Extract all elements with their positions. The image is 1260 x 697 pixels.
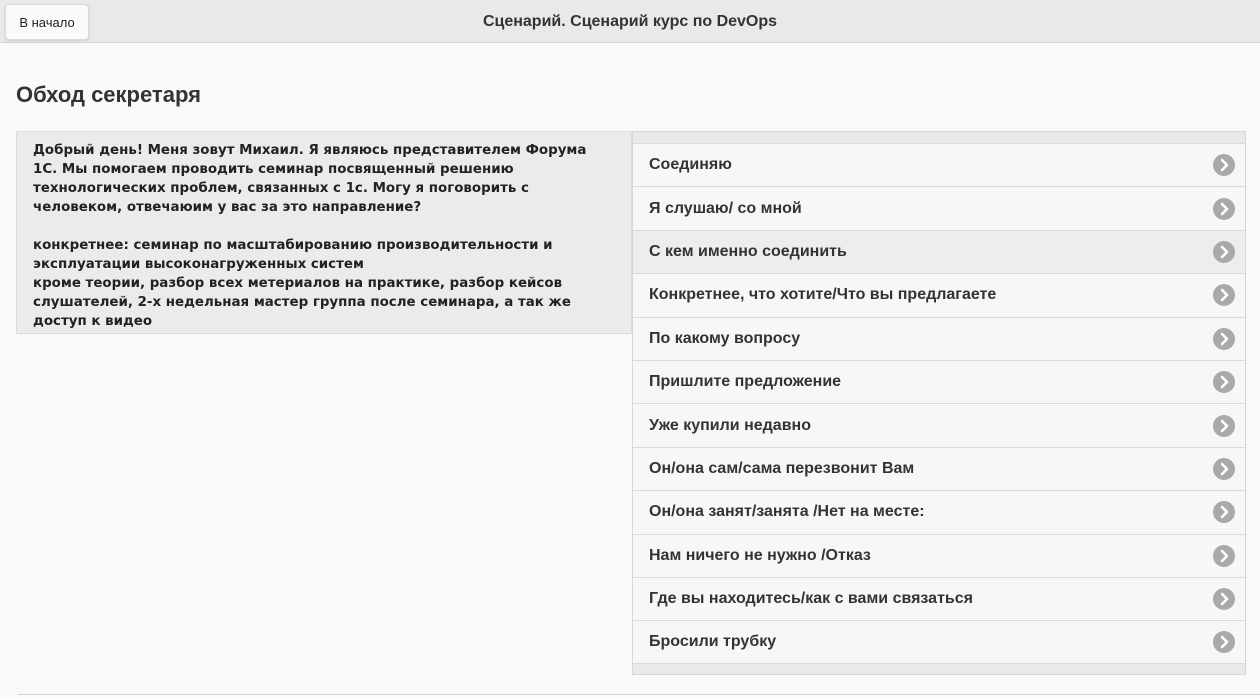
answer-item-which-question[interactable]: По какому вопросу bbox=[633, 316, 1245, 360]
answer-label: Я слушаю/ со мной bbox=[649, 199, 802, 217]
answer-label: Где вы находитесь/как с вами связаться bbox=[649, 590, 973, 608]
script-paragraph-greeting: Добрый день! Меня зовут Михаил. Я являюс… bbox=[33, 143, 587, 215]
script-paragraph-extras: кроме теории, разбор всех метериалов на … bbox=[33, 276, 571, 329]
answer-item-what-offer[interactable]: Конкретнее, что хотите/Что вы предлагает… bbox=[633, 273, 1245, 317]
answer-item-hung-up[interactable]: Бросили трубку bbox=[633, 620, 1245, 664]
answer-item-will-call-back[interactable]: Он/она сам/сама перезвонит Вам bbox=[633, 446, 1245, 491]
chevron-right-circle-icon bbox=[1213, 197, 1235, 220]
answer-label: Соединяю bbox=[649, 156, 732, 174]
answer-item-refusal[interactable]: Нам ничего не нужно /Отказ bbox=[633, 533, 1245, 577]
answer-item-busy-absent[interactable]: Он/она занят/занята /Нет на месте: bbox=[633, 490, 1245, 534]
top-bar: В начало Сценарий. Сценарий курс по DevO… bbox=[0, 0, 1260, 43]
answer-item-listening[interactable]: Я слушаю/ со мной bbox=[633, 186, 1245, 230]
script-text-panel: Добрый день! Меня зовут Михаил. Я являюс… bbox=[16, 131, 632, 334]
chevron-right-circle-icon bbox=[1213, 327, 1235, 350]
page-title: Обход секретаря bbox=[16, 82, 201, 107]
answer-item-send-proposal[interactable]: Пришлите предложение bbox=[633, 359, 1245, 404]
answer-list: Соединяю Я слушаю/ со мной С кем именно … bbox=[632, 131, 1246, 675]
answer-label: По какому вопросу bbox=[649, 329, 801, 347]
scenario-title: Сценарий. Сценарий курс по DevOps bbox=[482, 13, 778, 30]
answer-item-location-contact[interactable]: Где вы находитесь/как с вами связаться bbox=[633, 576, 1245, 621]
chevron-right-circle-icon bbox=[1213, 240, 1235, 263]
chevron-right-circle-icon bbox=[1213, 630, 1235, 653]
answer-label: Он/она сам/сама перезвонит Вам bbox=[649, 459, 915, 477]
chevron-right-circle-icon bbox=[1213, 284, 1235, 307]
answer-label: Нам ничего не нужно /Отказ bbox=[649, 546, 871, 564]
chevron-right-circle-icon bbox=[1213, 154, 1235, 177]
chevron-right-circle-icon bbox=[1213, 371, 1235, 394]
answer-label: С кем именно соединить bbox=[649, 242, 847, 260]
answer-label: Конкретнее, что хотите/Что вы предлагает… bbox=[649, 286, 997, 304]
script-paragraph-details: конкретнее: семинар по масштабированию п… bbox=[33, 238, 553, 272]
footer-divider bbox=[18, 694, 1260, 695]
chevron-right-circle-icon bbox=[1213, 414, 1235, 437]
answer-item-connecting[interactable]: Соединяю bbox=[633, 143, 1245, 187]
answer-item-already-bought[interactable]: Уже купили недавно bbox=[633, 403, 1245, 447]
chevron-right-circle-icon bbox=[1213, 588, 1235, 611]
answer-label: Пришлите предложение bbox=[649, 373, 842, 391]
answer-label: Бросили трубку bbox=[649, 632, 777, 650]
chevron-right-circle-icon bbox=[1213, 501, 1235, 524]
answer-label: Он/она занят/занята /Нет на месте: bbox=[649, 503, 925, 521]
answer-item-whom-to-connect[interactable]: С кем именно соединить bbox=[633, 229, 1245, 274]
chevron-right-circle-icon bbox=[1213, 544, 1235, 567]
answer-label: Уже купили недавно bbox=[649, 416, 811, 434]
chevron-right-circle-icon bbox=[1213, 457, 1235, 480]
